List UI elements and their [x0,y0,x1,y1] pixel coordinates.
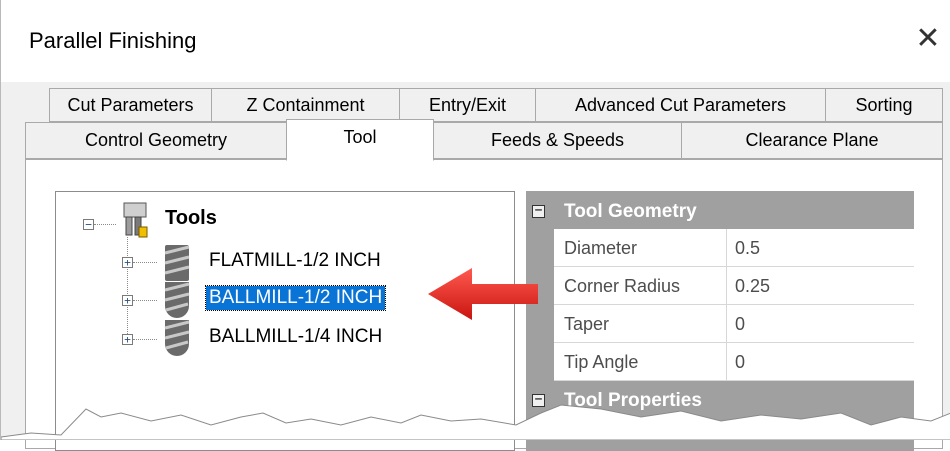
parallel-finishing-dialog: Parallel Finishing ✕ Cut Parameters Z Co… [0,0,950,451]
property-key: Corner Radius [564,276,681,296]
property-row-corner-radius[interactable]: Corner Radius 0.25 [554,267,914,305]
tab-z-containment[interactable]: Z Containment [211,88,400,122]
column-divider [726,229,727,267]
property-value[interactable]: 0.5 [735,229,760,267]
red-arrow-icon [426,262,541,331]
category-tool-geometry[interactable]: − Tool Geometry [526,193,914,231]
tree-connector [133,262,157,263]
property-value[interactable]: 0 [735,305,745,343]
tab-clearance-plane[interactable]: Clearance Plane [681,122,943,159]
tab-feeds-speeds[interactable]: Feeds & Speeds [433,122,682,159]
tab-control-geometry[interactable]: Control Geometry [25,122,287,159]
tree-item-ballmill-1-2[interactable]: BALLMILL-1/2 INCH [204,285,387,311]
expand-ballmill-half-icon[interactable]: + [122,295,133,306]
ballmill-icon [160,318,194,360]
property-row-diameter[interactable]: Diameter 0.5 [554,229,914,267]
tab-entry-exit[interactable]: Entry/Exit [399,88,536,122]
property-row-taper[interactable]: Taper 0 [554,305,914,343]
tree-root-label[interactable]: Tools [162,206,220,231]
property-key: Diameter [564,238,638,258]
title-bar: Parallel Finishing ✕ [1,0,950,82]
column-divider [726,267,727,305]
tab-sorting[interactable]: Sorting [825,88,943,122]
property-row-tip-angle[interactable]: Tip Angle 0 [554,343,914,381]
tab-advanced-cut-parameters[interactable]: Advanced Cut Parameters [535,88,826,122]
close-icon[interactable]: ✕ [913,22,943,56]
column-divider [726,305,727,343]
torn-edge [1,404,950,440]
expand-ballmill-quarter-icon[interactable]: + [122,334,133,345]
property-key: Tip Angle [564,352,639,372]
tab-tool[interactable]: Tool [286,119,434,161]
tools-folder-icon [116,199,156,241]
property-value[interactable]: 0.25 [735,267,770,305]
column-divider [726,343,727,381]
tree-connector [127,237,128,342]
tree-item-ballmill-1-4[interactable]: BALLMILL-1/4 INCH [206,325,385,349]
collapse-category-icon[interactable]: − [532,204,545,218]
property-key: Taper [564,314,610,334]
ballmill-icon [160,280,194,322]
expand-flatmill-icon[interactable]: + [122,257,133,268]
property-value[interactable]: 0 [735,343,745,381]
tree-connector [133,339,157,340]
tree-connector [94,224,116,225]
category-label: Tool Geometry [564,201,697,222]
dialog-title: Parallel Finishing [29,28,197,53]
collapse-root-icon[interactable]: − [83,219,94,230]
tab-cut-parameters[interactable]: Cut Parameters [49,88,212,122]
flatmill-icon [160,243,194,283]
tree-item-flatmill-1-2[interactable]: FLATMILL-1/2 INCH [206,249,384,273]
tree-connector [133,300,157,301]
